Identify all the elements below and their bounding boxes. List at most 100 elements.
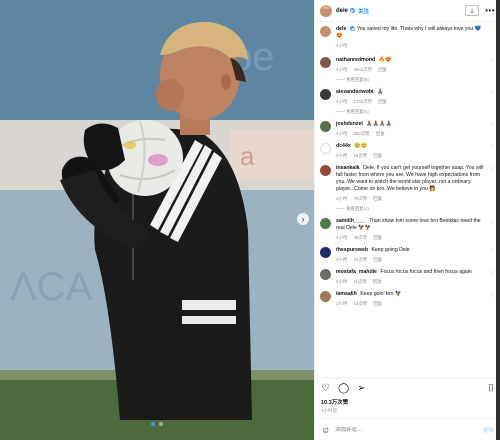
- view-replies-button[interactable]: —— 查看回复(4): [336, 109, 369, 115]
- caption: dele You saved my life. Thats why I will…: [320, 26, 495, 49]
- commenter-username[interactable]: alexanderiwobi: [336, 89, 373, 95]
- view-replies-button[interactable]: —— 查看回复(4): [336, 206, 369, 212]
- comment-likes[interactable]: 18次赞: [353, 153, 367, 158]
- reply-button[interactable]: 回复: [373, 153, 382, 158]
- comment-time: 3小时: [336, 235, 348, 240]
- emoji-icon[interactable]: ☺: [321, 425, 330, 435]
- caption-avatar[interactable]: [320, 26, 331, 37]
- commenter-username[interactable]: samiiih____: [336, 218, 365, 224]
- comment-like-icon[interactable]: ♡: [490, 249, 494, 255]
- comment-likes[interactable]: 2942次赞: [353, 67, 372, 72]
- follow-button[interactable]: 关注: [358, 7, 369, 15]
- commenter-username[interactable]: nathanredmond: [336, 57, 375, 63]
- comment-like-icon[interactable]: ♡: [490, 123, 494, 129]
- comment-item: insankaik Dele, If you can't get yoursel…: [320, 165, 495, 212]
- comments-list[interactable]: dele You saved my life. Thats why I will…: [315, 22, 500, 377]
- commenter-avatar[interactable]: [320, 89, 331, 100]
- comment-time: 3小时: [336, 67, 348, 72]
- comment-like-icon[interactable]: ♡: [490, 91, 494, 97]
- commenter-username[interactable]: dc44x: [336, 143, 351, 149]
- comment-item: mostafa_mahdie Focus focus focus and the…: [320, 269, 495, 285]
- comment-text: 🙏🏾🙏🏾🙏🏾🙏🏾: [366, 121, 393, 127]
- comment-likes[interactable]: 1232次赞: [353, 99, 372, 104]
- comment-text: 😊😊: [354, 143, 368, 149]
- commenter-avatar[interactable]: [320, 57, 331, 68]
- author-avatar[interactable]: [320, 4, 332, 17]
- commenter-avatar[interactable]: [320, 143, 331, 154]
- comment-like-icon[interactable]: ♡: [490, 293, 494, 299]
- comment-likes[interactable]: 10次赞: [353, 257, 367, 262]
- comment-text: Keep going Dele: [371, 247, 410, 253]
- comment-item: alexanderiwobi 🙏🏾 3小时 1232次赞 回复 —— 查看回复(…: [320, 89, 495, 115]
- comment-item: nathanredmond 🔥😍 3小时 2942次赞 回复 —— 查看回复(5…: [320, 57, 495, 83]
- reply-button[interactable]: 回复: [373, 196, 382, 201]
- comment-likes[interactable]: 19次赞: [353, 301, 367, 306]
- caption-username[interactable]: dele: [336, 26, 346, 32]
- commenter-avatar[interactable]: [320, 269, 331, 280]
- download-icon: ⤓: [470, 6, 474, 14]
- heart-icon[interactable]: ♡: [321, 384, 330, 394]
- reply-button[interactable]: 回复: [378, 99, 387, 104]
- post-side-panel: dele 关注 ⤓ ••• dele You saved my life. Th…: [314, 0, 500, 440]
- comment-like-icon[interactable]: ♡: [490, 271, 494, 277]
- reply-button[interactable]: 回复: [376, 131, 385, 136]
- svg-text:ΛCA: ΛCA: [10, 265, 93, 309]
- likes-count[interactable]: 10.3万次赞: [321, 398, 494, 406]
- verified-badge-icon: [350, 26, 356, 32]
- bookmark-icon[interactable]: ⌷: [488, 384, 494, 394]
- commenter-avatar[interactable]: [320, 247, 331, 258]
- reply-button[interactable]: 回复: [373, 301, 382, 306]
- comment-item: thespursweb Keep going Dele 3小时 10次赞 回复 …: [320, 247, 495, 263]
- comment-input[interactable]: [335, 426, 483, 433]
- next-photo-button[interactable]: ›: [297, 213, 309, 225]
- commenter-username[interactable]: thespursweb: [336, 247, 368, 253]
- scrollbar[interactable]: [496, 0, 500, 440]
- comment-text: Focus focus focus and then focus again: [380, 269, 472, 275]
- commenter-avatar[interactable]: [320, 291, 331, 302]
- comment-like-icon[interactable]: ♡: [490, 59, 494, 65]
- comment-icon[interactable]: ◯: [338, 384, 349, 394]
- post-comment-button[interactable]: 发布: [483, 426, 494, 434]
- commenter-username[interactable]: mostafa_mahdie: [336, 269, 377, 275]
- caption-text: You saved my life. Thats why I will alwa…: [336, 26, 482, 39]
- post-actions: ♡ ◯ ➢ ⌷ 10.3万次赞 3小时前: [315, 377, 500, 418]
- post-photo[interactable]: be a ΛCA ›: [0, 0, 314, 440]
- reply-button[interactable]: 回复: [373, 257, 382, 262]
- comment-like-icon[interactable]: ♡: [490, 145, 494, 151]
- commenter-username[interactable]: iamsalih: [336, 291, 357, 297]
- carousel-dot-active: [151, 422, 155, 426]
- comment-time: 3小时: [336, 131, 348, 136]
- post-header: dele 关注 ⤓ •••: [315, 0, 500, 22]
- comment-like-icon[interactable]: ♡: [490, 220, 494, 226]
- comment-likes[interactable]: 45次赞: [353, 235, 367, 240]
- commenter-avatar[interactable]: [320, 121, 331, 132]
- comment-item: samiiih____ Than show him some love bro …: [320, 218, 495, 241]
- comment-time: 3小时: [336, 99, 348, 104]
- commenter-username[interactable]: joshdenzel: [336, 121, 363, 127]
- download-button[interactable]: ⤓: [465, 5, 480, 16]
- author-username[interactable]: dele: [336, 8, 348, 14]
- reply-button[interactable]: 回复: [373, 279, 382, 284]
- comment-item: joshdenzel 🙏🏾🙏🏾🙏🏾🙏🏾 3小时 552次赞 回复 ♡: [320, 121, 495, 137]
- reply-button[interactable]: 回复: [373, 235, 382, 240]
- instagram-modal-frame: be a ΛCA › dele 关注 ⤓ ••• dele You saved …: [0, 0, 500, 440]
- commenter-username[interactable]: insankaik: [336, 165, 360, 171]
- more-options-icon[interactable]: •••: [485, 6, 495, 15]
- verified-badge-icon: [350, 8, 356, 13]
- comment-text: 🔥😍: [378, 57, 392, 63]
- comment-item: iamsalih Keep goin' bro 🦅 3小时 19次赞 回复 ♡: [320, 291, 495, 307]
- view-replies-button[interactable]: —— 查看回复(5): [336, 77, 369, 83]
- commenter-avatar[interactable]: [320, 165, 331, 176]
- commenter-avatar[interactable]: [320, 218, 331, 229]
- comment-item: dc44x 😊😊 3小时 18次赞 回复 ♡: [320, 143, 495, 159]
- reply-button[interactable]: 回复: [378, 67, 387, 72]
- share-icon[interactable]: ➢: [357, 384, 365, 394]
- comment-likes[interactable]: 70次赞: [353, 196, 367, 201]
- post-modal: be a ΛCA › dele 关注 ⤓ ••• dele You saved …: [0, 0, 500, 440]
- comment-time: 3小时: [336, 196, 348, 201]
- comment-likes[interactable]: 552次赞: [353, 131, 369, 136]
- chevron-right-icon: ›: [301, 213, 305, 224]
- comment-likes[interactable]: 11次赞: [353, 279, 366, 284]
- comment-like-icon[interactable]: ♡: [490, 167, 494, 173]
- photo-illustration: be a ΛCA: [0, 0, 314, 440]
